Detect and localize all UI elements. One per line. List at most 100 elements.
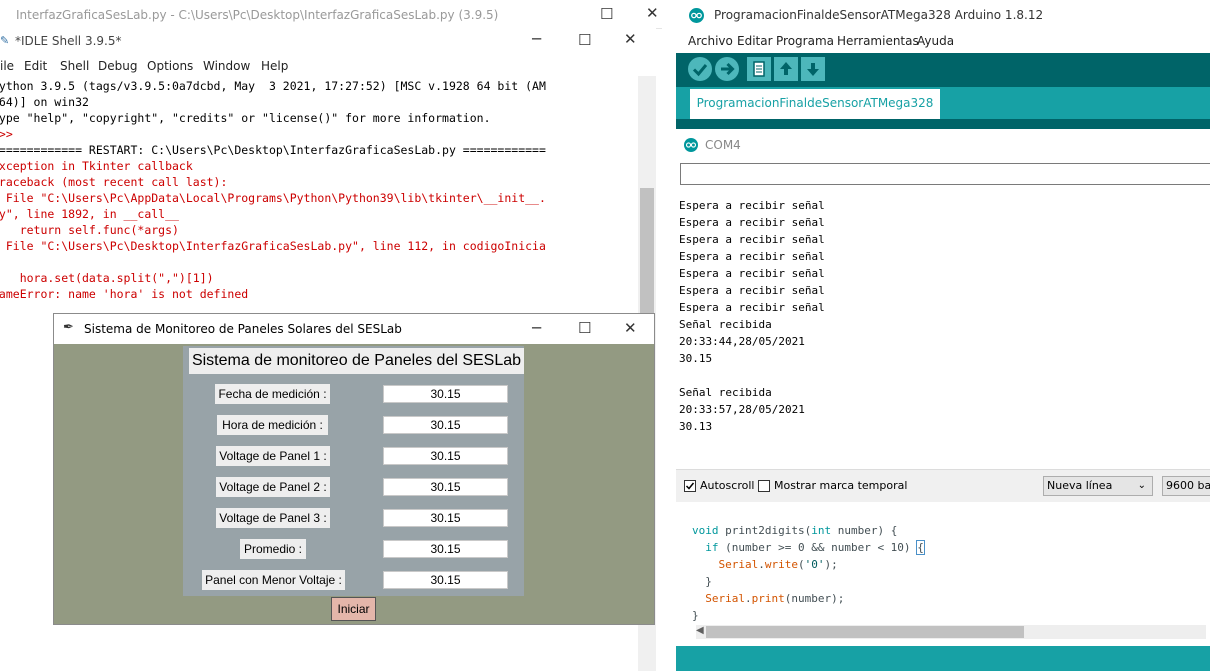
menu-herramientas[interactable]: Herramientas	[837, 34, 919, 48]
maximize-icon[interactable]: ☐	[578, 31, 591, 49]
serial-line: Señal recibida	[679, 386, 772, 399]
shell-line: Traceback (most recent call last):	[0, 175, 228, 189]
shell-line: hora.set(data.split(",")[1])	[0, 271, 214, 285]
label-hora: Hora de medición :	[217, 415, 328, 435]
minimize-icon[interactable]: ─	[532, 319, 541, 337]
shell-text: Python 3.9.5 (tags/v3.9.5:0a7dcbd, May 3…	[0, 78, 546, 302]
menu-file[interactable]: ile	[0, 59, 14, 73]
menu-editar[interactable]: Editar	[737, 34, 773, 48]
feather-icon: ✒	[63, 320, 74, 335]
shell-line: File "C:\Users\Pc\AppData\Local\Programs…	[0, 191, 546, 205]
label-promedio: Promedio :	[240, 539, 306, 559]
code-line-4: }	[692, 575, 712, 588]
autoscroll-checkbox[interactable]	[684, 480, 696, 492]
value-hora[interactable]: 30.15	[383, 416, 508, 434]
arduino-logo-icon	[689, 8, 704, 23]
save-icon[interactable]	[801, 57, 825, 81]
serial-send-input[interactable]	[680, 163, 1210, 185]
serial-line: Espera a recibir señal	[679, 301, 825, 314]
value-panel-2[interactable]: 30.15	[383, 478, 508, 496]
arduino-logo-icon	[684, 138, 698, 152]
baud-rate-value: 9600 baudio	[1166, 479, 1210, 492]
check-icon	[685, 482, 695, 490]
serial-line: 30.15	[679, 352, 713, 365]
menu-edit[interactable]: Edit	[24, 59, 47, 73]
serial-line: Señal recibida	[679, 318, 772, 331]
menu-archivo[interactable]: Archivo	[688, 34, 733, 48]
serial-monitor-window: COM4 Espera a recibir señal Espera a reci…	[676, 129, 1210, 502]
menu-window[interactable]: Window	[203, 59, 250, 73]
code-line-2: if (number >= 0 && number < 10) {	[705, 540, 925, 555]
serial-line	[679, 367, 1209, 384]
upload-icon[interactable]	[715, 57, 739, 81]
open-icon[interactable]	[774, 57, 798, 81]
tkinter-titlebar[interactable]: ✒ Sistema de Monitoreo de Paneles Solare…	[54, 314, 654, 344]
shell-line: ============= RESTART: C:\Users\Pc\Deskt…	[0, 143, 546, 157]
shell-line: D64)] on win32	[0, 95, 89, 109]
menu-help[interactable]: Help	[261, 59, 288, 73]
arduino-menubar: Archivo Editar Programa Herramientas Ayu…	[676, 31, 1210, 53]
arduino-titlebar[interactable]: ProgramacionFinaldeSensorATMega328 Ardui…	[676, 0, 1210, 31]
serial-monitor-title: COM4	[705, 138, 741, 152]
tab-sketch[interactable]: ProgramacionFinaldeSensorATMega328	[690, 89, 940, 119]
autoscroll-label: Autoscroll	[700, 479, 755, 492]
code-line-5: Serial.print(number);	[705, 592, 845, 605]
shell-line: File "C:\Users\Pc\Desktop\InterfazGrafic…	[0, 239, 546, 253]
editor-scrollbar-thumb[interactable]	[706, 626, 1024, 638]
label-panel-1: Voltage de Panel 1 :	[216, 446, 330, 466]
chevron-down-icon: ⌄	[1137, 480, 1146, 491]
close-icon[interactable]: ✕	[646, 4, 659, 22]
shell-line: Python 3.9.5 (tags/v3.9.5:0a7dcbd, May 3…	[0, 79, 546, 93]
maximize-icon[interactable]: ☐	[578, 319, 591, 337]
idle-titlebar[interactable]: ✎ *IDLE Shell 3.9.5* ─ ☐ ✕	[0, 28, 656, 54]
tkinter-window-title: Sistema de Monitoreo de Paneles Solares …	[84, 322, 402, 336]
shell-line: Type "help", "copyright", "credits" or "…	[0, 111, 491, 125]
scroll-left-icon[interactable]: ◀	[696, 625, 704, 636]
timestamp-label: Mostrar marca temporal	[774, 479, 908, 492]
close-icon[interactable]: ✕	[624, 319, 637, 337]
maximize-icon[interactable]: ☐	[600, 5, 613, 23]
shell-line: py", line 1892, in __call__	[0, 207, 179, 221]
menu-debug[interactable]: Debug	[98, 59, 137, 73]
idle-window-title: *IDLE Shell 3.9.5*	[15, 34, 122, 48]
serial-monitor-footer: Autoscroll Mostrar marca temporal Nueva …	[676, 469, 1210, 502]
menu-programa[interactable]: Programa	[776, 34, 834, 48]
arduino-toolbar	[676, 53, 1210, 87]
code-line-3: Serial.write('0');	[718, 558, 838, 571]
serial-line: Espera a recibir señal	[679, 216, 825, 229]
panel-heading: Sistema de monitoreo de Paneles del SESL…	[189, 348, 524, 374]
serial-line: 30.13	[679, 420, 713, 433]
value-fecha[interactable]: 30.15	[383, 385, 508, 403]
label-panel-3: Voltage de Panel 3 :	[216, 508, 330, 528]
baud-rate-select[interactable]: 9600 baudio	[1162, 476, 1210, 496]
serial-line: Espera a recibir señal	[679, 233, 825, 246]
serial-line: Espera a recibir señal	[679, 267, 825, 280]
value-panel-1[interactable]: 30.15	[383, 447, 508, 465]
new-icon[interactable]	[747, 57, 771, 81]
menu-ayuda[interactable]: Ayuda	[917, 34, 954, 48]
value-menor-voltaje[interactable]: 30.15	[383, 571, 508, 589]
value-panel-3[interactable]: 30.15	[383, 509, 508, 527]
serial-line: 20:33:44,28/05/2021	[679, 335, 805, 348]
background-window-titlebar[interactable]: InterfazGraficaSesLab.py - C:\Users\Pc\D…	[0, 0, 662, 29]
verify-icon[interactable]	[688, 57, 712, 81]
idle-menubar: ile Edit Shell Debug Options Window Help	[0, 54, 656, 76]
value-promedio[interactable]: 30.15	[383, 540, 508, 558]
label-fecha: Fecha de medición :	[215, 384, 330, 404]
timestamp-checkbox[interactable]	[758, 480, 770, 492]
shell-line: >>>	[0, 127, 13, 141]
serial-line: Espera a recibir señal	[679, 199, 825, 212]
label-panel-2: Voltage de Panel 2 :	[216, 477, 330, 497]
menu-shell[interactable]: Shell	[60, 59, 89, 73]
arduino-window-title: ProgramacionFinaldeSensorATMega328 Ardui…	[714, 8, 1044, 22]
arduino-status-bar	[676, 646, 1210, 671]
tkinter-window: ✒ Sistema de Monitoreo de Paneles Solare…	[53, 313, 655, 625]
serial-output[interactable]: Espera a recibir señal Espera a recibir s…	[679, 197, 1209, 497]
iniciar-button[interactable]: Iniciar	[331, 597, 376, 621]
serial-monitor-titlebar[interactable]: COM4	[676, 129, 1210, 160]
menu-options[interactable]: Options	[147, 59, 193, 73]
line-ending-select[interactable]: Nueva línea ⌄	[1043, 476, 1153, 496]
close-icon[interactable]: ✕	[624, 30, 637, 48]
serial-line: 20:33:57,28/05/2021	[679, 403, 805, 416]
minimize-icon[interactable]: ─	[532, 30, 541, 48]
